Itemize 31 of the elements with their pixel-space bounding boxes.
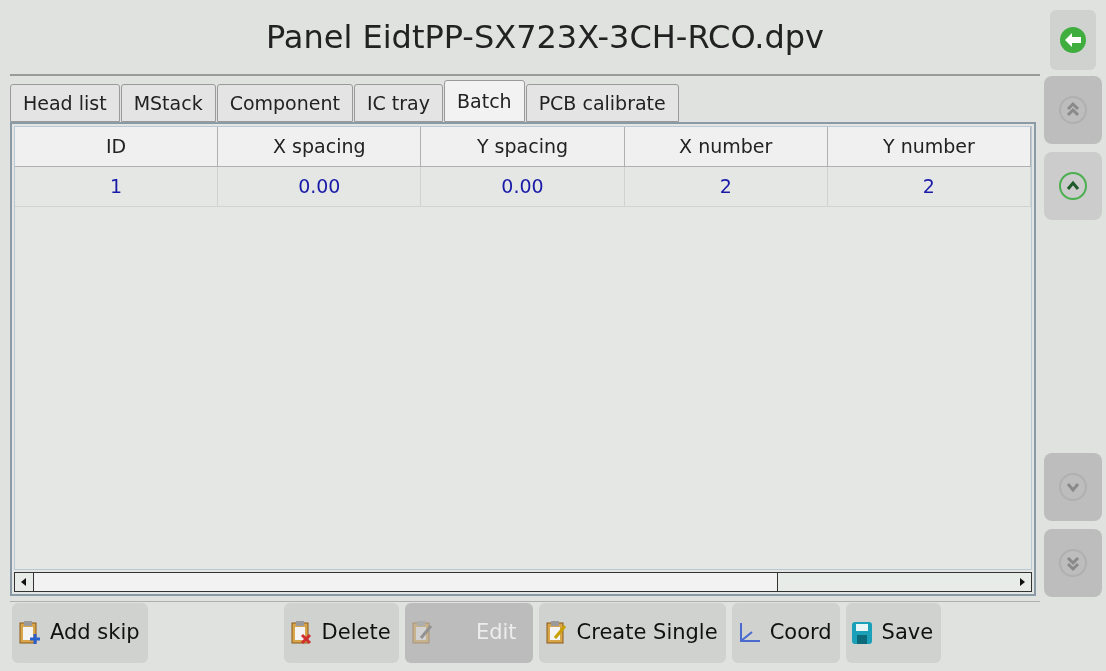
column-header: X spacing <box>218 127 422 167</box>
table-cell: 0.00 <box>421 167 625 207</box>
tab[interactable]: PCB calibrate <box>525 84 679 122</box>
scrollbar-thumb[interactable] <box>33 573 778 591</box>
chevron-up-icon <box>1057 170 1089 202</box>
scroll-up-button[interactable] <box>1044 152 1102 220</box>
horizontal-scrollbar[interactable] <box>14 572 1032 592</box>
column-header: Y spacing <box>421 127 625 167</box>
table-cell: 0.00 <box>218 167 422 207</box>
back-button[interactable] <box>1050 10 1096 70</box>
table-cell: 1 <box>15 167 219 207</box>
column-header: ID <box>15 127 219 167</box>
tab[interactable]: MStack <box>120 84 216 122</box>
tab[interactable]: Batch <box>444 80 525 122</box>
chevron-bottom-icon <box>1057 547 1089 579</box>
save-button[interactable]: Save <box>845 602 942 663</box>
chevron-top-icon <box>1057 94 1089 126</box>
tab[interactable]: Component <box>216 84 353 122</box>
clipboard-plus-icon <box>16 619 42 646</box>
tab[interactable]: Head list <box>10 84 120 122</box>
table-cell: 2 <box>827 167 1031 207</box>
tab[interactable]: IC tray <box>353 84 443 122</box>
delete-button[interactable]: Delete <box>283 602 399 663</box>
column-header: Y number <box>827 127 1031 167</box>
coord-button[interactable]: Coord <box>731 602 840 663</box>
table-cell: 2 <box>624 167 828 207</box>
column-header: X number <box>624 127 828 167</box>
add-button[interactable]: Add skip <box>12 602 148 663</box>
chevron-down-icon <box>1057 471 1089 503</box>
create-button[interactable]: Create Single <box>538 602 726 663</box>
window-title: Panel EidtPP-SX723X-3CH-RCO.dpv <box>265 17 824 58</box>
